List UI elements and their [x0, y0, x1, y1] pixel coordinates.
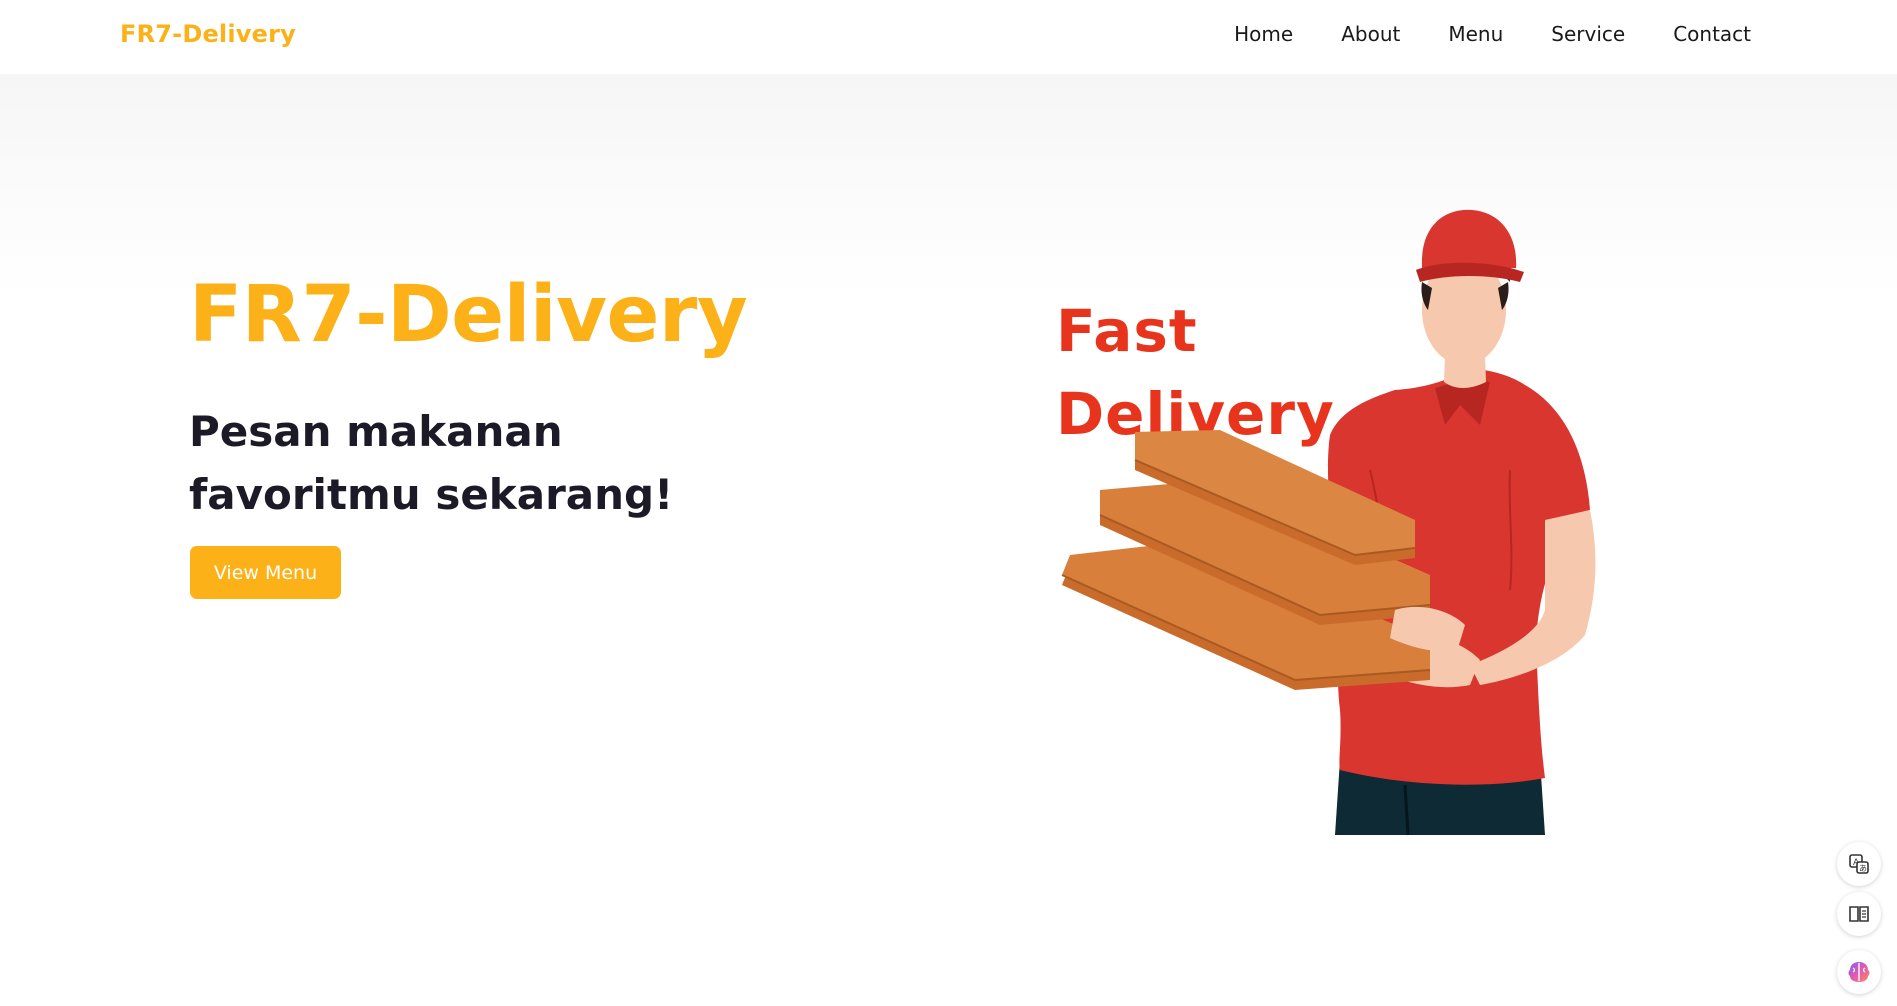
nav-link-contact[interactable]: Contact: [1673, 22, 1751, 46]
nav-link-home[interactable]: Home: [1234, 22, 1293, 46]
nav-link-service[interactable]: Service: [1551, 22, 1625, 46]
translate-icon: A あ: [1849, 854, 1869, 874]
brain-icon: [1848, 962, 1870, 982]
ai-assistant-button[interactable]: [1837, 950, 1881, 994]
delivery-man-illustration: [1061, 209, 1596, 836]
hero-subtitle-line1: Pesan makanan: [189, 407, 563, 456]
navbar: FR7-Delivery Home About Menu Service Con…: [0, 0, 1897, 74]
nav-links: Home About Menu Service Contact: [1234, 22, 1751, 46]
nav-link-about[interactable]: About: [1341, 22, 1400, 46]
reader-icon: [1849, 906, 1869, 922]
view-menu-button[interactable]: View Menu: [190, 546, 341, 599]
hero-subtitle-line2: favoritmu sekarang!: [189, 470, 674, 519]
hero-subtitle: Pesan makanan favoritmu sekarang!: [189, 400, 749, 526]
svg-text:あ: あ: [1859, 864, 1867, 873]
brand-logo[interactable]: FR7-Delivery: [120, 20, 296, 48]
nav-link-menu[interactable]: Menu: [1448, 22, 1503, 46]
translate-button[interactable]: A あ: [1837, 842, 1881, 886]
reader-button[interactable]: [1837, 892, 1881, 936]
hero-title: FR7-Delivery: [189, 270, 748, 360]
